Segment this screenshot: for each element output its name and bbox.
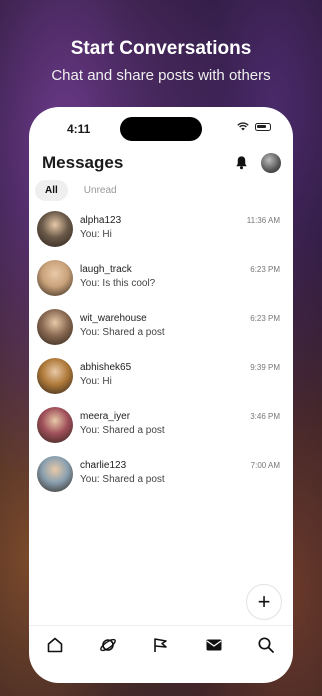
avatar: [37, 211, 73, 247]
conversation-preview: You: Is this cool?: [80, 278, 156, 289]
conversation-name: meera_iyer: [80, 411, 131, 422]
new-message-button[interactable]: +: [246, 584, 282, 620]
conversation-row[interactable]: charlie123 You: Shared a post 7:00 AM: [29, 449, 293, 498]
tab-unread[interactable]: Unread: [74, 180, 127, 201]
conversation-preview: You: Hi: [80, 376, 112, 387]
bottom-tab-bar: [29, 625, 293, 683]
conversation-row[interactable]: alpha123 You: Hi 11:36 AM: [29, 204, 293, 253]
conversation-preview: You: Hi: [80, 229, 112, 240]
conversation-name: alpha123: [80, 215, 122, 226]
flag-icon[interactable]: [152, 636, 170, 654]
conversation-time: 3:46 PM: [250, 412, 280, 421]
wifi-icon: [237, 122, 249, 131]
status-time: 4:11: [67, 122, 91, 136]
hero-subtitle: Chat and share posts with others: [51, 67, 271, 84]
tab-all[interactable]: All: [35, 180, 68, 201]
search-icon[interactable]: [257, 636, 275, 654]
bell-icon[interactable]: [234, 155, 249, 170]
avatar: [37, 309, 73, 345]
conversation-time: 6:23 PM: [250, 314, 280, 323]
profile-avatar[interactable]: [261, 153, 281, 173]
phone-screen: 4:11 Messages All Unread alpha123 You: H…: [29, 107, 293, 683]
status-icons: [237, 122, 271, 131]
conversation-name: abhishek65: [80, 362, 132, 373]
planet-icon[interactable]: [99, 636, 117, 654]
conversation-time: 11:36 AM: [246, 216, 280, 225]
battery-icon: [255, 122, 271, 131]
conversation-time: 7:00 AM: [250, 461, 280, 470]
avatar: [37, 260, 73, 296]
conversation-row[interactable]: abhishek65 You: Hi 9:39 PM: [29, 351, 293, 400]
inbox-icon[interactable]: [205, 636, 223, 654]
conversation-preview: You: Shared a post: [80, 327, 165, 338]
avatar: [37, 358, 73, 394]
filter-tabs: All Unread: [35, 180, 127, 201]
conversation-name: charlie123: [80, 460, 127, 471]
conversation-preview: You: Shared a post: [80, 425, 165, 436]
home-icon[interactable]: [46, 636, 64, 654]
hero-title: Start Conversations: [70, 38, 252, 59]
dynamic-island: [120, 117, 202, 141]
avatar: [37, 456, 73, 492]
conversation-name: laugh_track: [80, 264, 132, 275]
conversation-row[interactable]: laugh_track You: Is this cool? 6:23 PM: [29, 253, 293, 302]
conversation-name: wit_warehouse: [80, 313, 147, 324]
conversation-time: 6:23 PM: [250, 265, 280, 274]
conversation-row[interactable]: wit_warehouse You: Shared a post 6:23 PM: [29, 302, 293, 351]
avatar: [37, 407, 73, 443]
conversation-list: alpha123 You: Hi 11:36 AM laugh_track Yo…: [29, 204, 293, 498]
conversation-time: 9:39 PM: [250, 363, 280, 372]
conversation-preview: You: Shared a post: [80, 474, 165, 485]
conversation-row[interactable]: meera_iyer You: Shared a post 3:46 PM: [29, 400, 293, 449]
page-title: Messages: [42, 153, 124, 172]
